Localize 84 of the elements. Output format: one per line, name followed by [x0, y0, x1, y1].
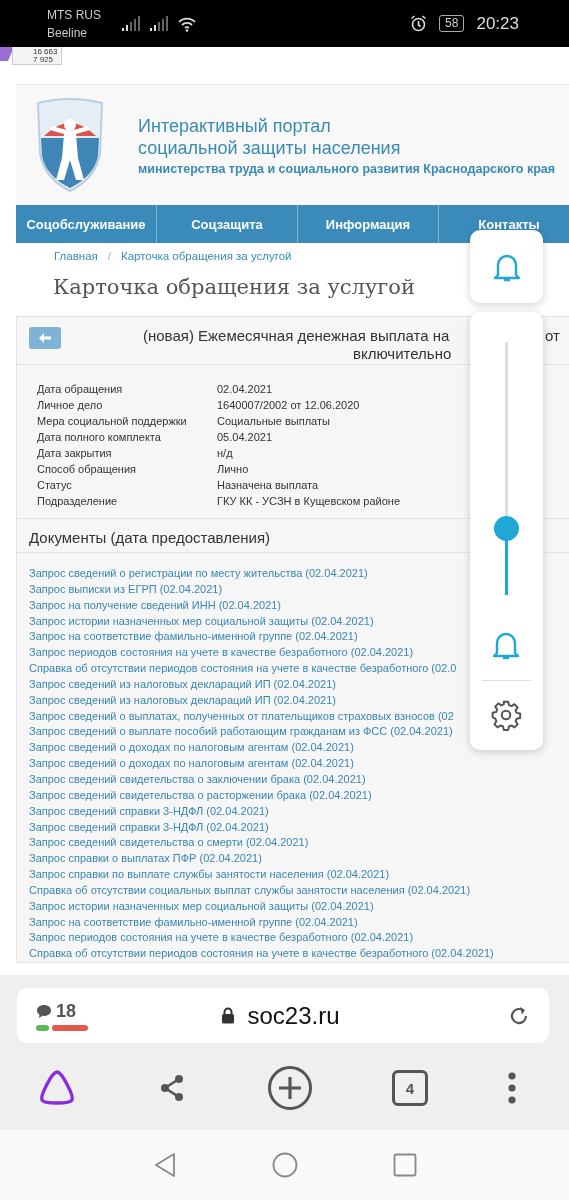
nav-link[interactable]: Контакты: [478, 216, 540, 232]
field-value: 05.04.2021: [217, 430, 273, 445]
home-icon[interactable]: [271, 1152, 298, 1178]
field-value: 1640007/2002 от 12.06.2020: [217, 398, 360, 413]
url-text[interactable]: soc23.ru: [247, 1001, 340, 1030]
service-title: включительно: [352, 345, 453, 363]
field-value: ГКУ КК - УСЗН в Кущевском районе: [217, 494, 400, 509]
carrier-name: MTS RUS: [47, 6, 101, 24]
breadcrumb-separator: /: [107, 250, 111, 262]
document-link[interactable]: Запрос сведений о доходах по налоговым агентам (02.04.2021): [29, 740, 354, 757]
field-label: Статус: [37, 478, 73, 493]
battery-level: 58: [439, 15, 465, 32]
lock-icon: [221, 1007, 236, 1024]
tabs-count-button[interactable]: 4: [392, 1070, 428, 1106]
document-link[interactable]: Запрос сведений о регистрации по месту жительства (02.04.2021): [29, 566, 368, 582]
document-link[interactable]: Запрос сведений из налоговых деклараций ИП (02.04.2021): [29, 692, 336, 709]
page-title: Карточка обращения за услугой: [53, 274, 416, 301]
nav-link[interactable]: Информация: [325, 216, 411, 232]
chat-bubble-icon: [36, 1003, 52, 1019]
document-link[interactable]: Запрос сведений о выплатах, полученных от плательщиков страховых взносов (02: [29, 708, 454, 725]
field-value: Лично: [217, 462, 249, 477]
clock-time: 20:23: [476, 13, 519, 34]
comment-count[interactable]: 18: [56, 1000, 77, 1022]
document-link[interactable]: Запрос сведений о доходах по налоговым агентам (02.04.2021): [29, 756, 354, 772]
slider-thumb[interactable]: [494, 516, 519, 542]
alarm-icon: [410, 15, 428, 32]
document-link[interactable]: Запрос выписки из ЕГРП (02.04.2021): [29, 581, 223, 598]
wifi-icon: [177, 15, 197, 32]
field-label: Дата обращения: [37, 382, 124, 397]
nav-link[interactable]: Соцзащита: [191, 216, 263, 232]
document-link[interactable]: Запрос истории назначенных мер социальной защиты (02.04.2021): [29, 898, 374, 915]
portal-subtitle: министерства труда и социального развития Краснодарского края: [138, 161, 556, 176]
field-value: Социальные выплаты: [217, 414, 330, 429]
document-link[interactable]: Запрос сведений справки 3-НДФЛ (02.04.2021): [29, 803, 269, 820]
field-value: Назначена выплата: [217, 478, 319, 493]
notification-button[interactable]: [470, 230, 543, 303]
document-link[interactable]: Запрос на получение сведений ИНН (02.04.2021): [29, 597, 282, 614]
signal-icon: [149, 15, 169, 32]
service-title: от: [545, 327, 561, 345]
assistant-icon[interactable]: [37, 1069, 77, 1107]
document-link[interactable]: Запрос сведений о выплате пособий работающим гражданам из ФСС (02.04.2021): [29, 724, 453, 741]
section-heading: Документы (дата предоставления): [29, 529, 271, 546]
document-link[interactable]: Справка об отсутствии социальных выплат службы занятости населения (02.04.2021): [29, 882, 471, 899]
service-title: (новая) Ежемесячная денежная выплата на: [143, 327, 450, 345]
document-link[interactable]: Запрос истории назначенных мер социальной защиты (02.04.2021): [29, 613, 374, 630]
field-label: Подразделение: [37, 494, 119, 509]
portal-title: Интерактивный портал: [138, 114, 332, 137]
document-link[interactable]: Запрос сведений свидетельства о смерти (02.04.2021): [29, 835, 309, 852]
breadcrumb-link[interactable]: Главная: [54, 250, 98, 262]
document-link[interactable]: Запрос справки по выплате службы занятости населения (02.04.2021): [29, 867, 390, 883]
field-label: Мера социальной поддержки: [37, 414, 188, 429]
carrier-name: Beeline: [47, 24, 89, 42]
breadcrumb-link[interactable]: Карточка обращения за услугой: [121, 250, 292, 262]
rating-bar: [36, 1024, 88, 1031]
document-link[interactable]: Запрос сведений свидетельства о расторжении брака (02.04.2021): [29, 787, 372, 804]
document-link[interactable]: Запрос сведений свидетельства о заключении брака (02.04.2021): [29, 771, 366, 788]
document-link[interactable]: Справка об отсутствии периодов состояния на учете в качестве безработного (02.0: [29, 661, 457, 677]
bell-icon[interactable]: [492, 630, 520, 660]
portal-title: социальной защиты населения: [138, 136, 402, 159]
document-link[interactable]: Запрос на соответствие фамильно-именной группе (02.04.2021): [29, 914, 358, 931]
document-link[interactable]: Запрос на соответствие фамильно-именной группе (02.04.2021): [29, 629, 358, 646]
document-link[interactable]: Запрос периодов состояния на учете в качестве безработного (02.04.2021): [29, 645, 414, 662]
back-button[interactable]: [29, 327, 61, 349]
counter-widget: 16 663 7 925: [12, 47, 63, 65]
document-link[interactable]: Запрос сведений из налоговых деклараций ИП (02.04.2021): [29, 676, 336, 693]
document-link[interactable]: Запрос сведений справки 3-НДФЛ (02.04.2021): [29, 819, 269, 836]
more-icon[interactable]: [507, 1071, 517, 1105]
settings-icon[interactable]: [490, 699, 522, 731]
field-label: Способ обращения: [37, 462, 137, 477]
document-link[interactable]: Запрос периодов состояния на учете в качестве безработного (02.04.2021): [29, 930, 414, 947]
arrow-left-icon: [39, 333, 51, 343]
field-value: 02.04.2021: [217, 382, 273, 397]
document-link[interactable]: Справка об отсутствии периодов состояния на учете в качестве безработного (02.04.2021): [29, 946, 494, 963]
recent-apps-icon[interactable]: [392, 1153, 417, 1177]
field-label: Личное дело: [37, 398, 104, 413]
nav-link[interactable]: Соцобслуживание: [26, 216, 146, 232]
back-icon[interactable]: [152, 1152, 177, 1178]
new-tab-icon[interactable]: [267, 1065, 313, 1111]
address-bar[interactable]: 18 soc23.ru: [17, 988, 549, 1043]
field-label: Дата полного комплекта: [37, 430, 162, 445]
document-link[interactable]: Запрос справки о выплатах ПФР (02.04.2021): [29, 851, 262, 868]
field-value: н/д: [217, 446, 233, 461]
field-label: Дата закрытия: [37, 446, 113, 461]
signal-icon: [121, 15, 141, 32]
